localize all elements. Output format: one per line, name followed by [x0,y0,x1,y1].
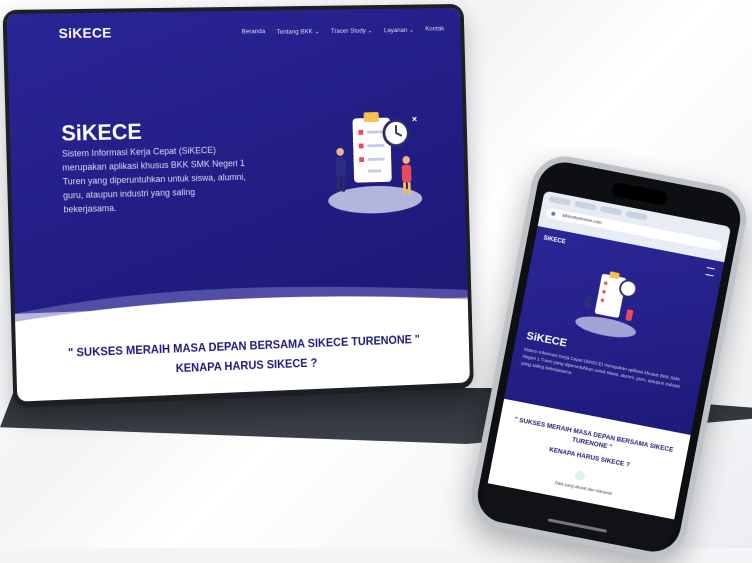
browser-tab[interactable] [625,210,648,221]
browser-tab[interactable] [548,195,572,206]
laptop-screen: SiKECE Beranda Tentang BKK ⌄ Tracer Stud… [6,7,470,402]
hero-description: Sistem Informasi Kerja Cepat (SiKECE) me… [61,145,246,215]
nav-item-layanan[interactable]: Layanan ⌄ [384,26,414,34]
site-logo[interactable]: SiKECE [58,24,111,41]
phone-clipboard-illustration [575,271,638,338]
nav-item-tracer-study[interactable]: Tracer Study ⌄ [331,27,373,35]
clipboard-checklist-illustration [327,112,423,215]
menu-icon[interactable] [705,267,715,277]
laptop-mockup: SiKECE Beranda Tentang BKK ⌄ Tracer Stud… [2,3,474,408]
phone-site-logo[interactable]: SiKECE [543,235,566,245]
browser-tab[interactable] [599,205,623,216]
nav-item-tentang-bkk[interactable]: Tentang BKK ⌄ [276,27,320,35]
browser-tab[interactable] [574,200,597,211]
nav-item-kontak[interactable]: Kontak [425,25,444,33]
phone-hero: SiKECE SiKECE Sistem Informasi Kerja Cep… [504,225,725,436]
feature-icon [573,469,586,482]
phone-hero-description: Sistem Informasi Kerja Cepat (SiKECE) me… [520,346,681,390]
hero-title: SiKECE [61,119,143,146]
site-info-icon [550,211,556,217]
nav-menu: Beranda Tentang BKK ⌄ Tracer Study ⌄ Lay… [241,25,444,36]
home-indicator[interactable] [547,518,607,533]
nav-item-beranda[interactable]: Beranda [241,28,265,36]
dynamic-island [610,181,669,207]
